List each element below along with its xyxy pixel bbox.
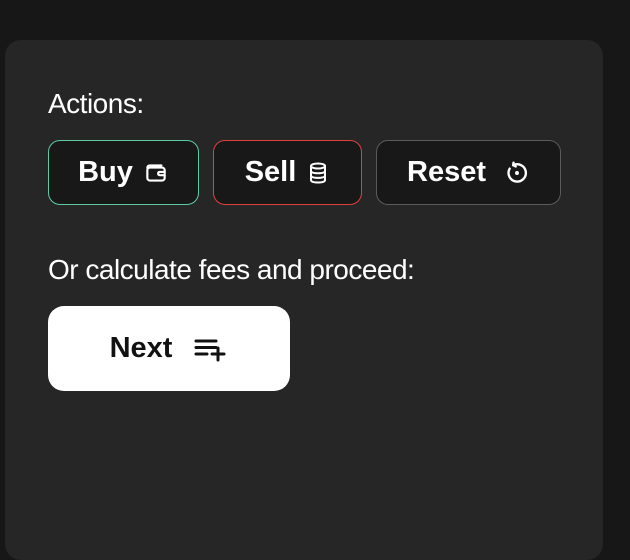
next-button-label: Next [109, 332, 173, 364]
buy-button-label: Buy [78, 156, 133, 188]
buy-button[interactable]: Buy [48, 140, 199, 205]
reset-icon [504, 160, 530, 186]
actions-heading: Actions: [48, 88, 144, 119]
actions-panel: Actions: Buy Sell Reset Or calculate fee… [5, 40, 603, 560]
fees-heading: Or calculate fees and proceed: [48, 254, 415, 285]
sell-button[interactable]: Sell [213, 140, 362, 205]
reset-button-label: Reset [407, 156, 486, 188]
database-icon [306, 160, 330, 186]
next-button[interactable]: Next [48, 306, 290, 391]
playlist-add-icon [194, 336, 228, 362]
reset-button[interactable]: Reset [376, 140, 561, 205]
wallet-icon [143, 160, 169, 186]
sell-button-label: Sell [244, 156, 297, 188]
